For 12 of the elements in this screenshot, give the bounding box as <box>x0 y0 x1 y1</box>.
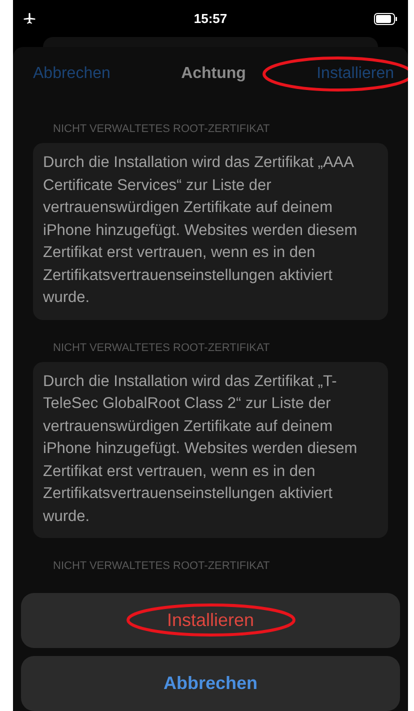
cancel-button[interactable]: Abbrechen <box>21 656 400 711</box>
section-header: NICHT VERWALTETES ROOT-ZERTIFIKAT <box>52 340 271 356</box>
install-button[interactable]: Installieren <box>21 593 400 648</box>
battery-icon <box>374 12 398 24</box>
section-header: NICHT VERWALTETES ROOT-ZERTIFIKAT <box>52 559 271 574</box>
info-text: Durch die Installation wird das Zertifikat „AAA Certificate Services“ zur Liste der vertrauenswürdigen Zertifikate auf deinem iPhone hinzugefügt. Websites werden diesem Zertifikat erst vertrauen, wenn es in den Zertifikatsvertrauenseinstellungen aktiviert wurde. <box>43 154 358 306</box>
cancel-link[interactable]: Abbrechen <box>33 65 110 83</box>
section-header: NICHT VERWALTETES ROOT-ZERTIFIKAT <box>52 122 271 137</box>
info-text: Durch die Installation wird das Zertifikat „T-TeleSec GlobalRoot Class 2“ zur Liste der vertrauenswürdigen Zertifikate auf deinem iPhone hinzugefügt. Websites werden diesem Zertifikat erst vertrauen, wenn es in den Zertifikatsvertrauenseinstellungen aktiviert wurde. <box>43 372 358 524</box>
status-time: 15:57 <box>194 11 228 26</box>
sheet-title: Achtung <box>181 65 246 83</box>
airplane-icon <box>23 12 36 25</box>
